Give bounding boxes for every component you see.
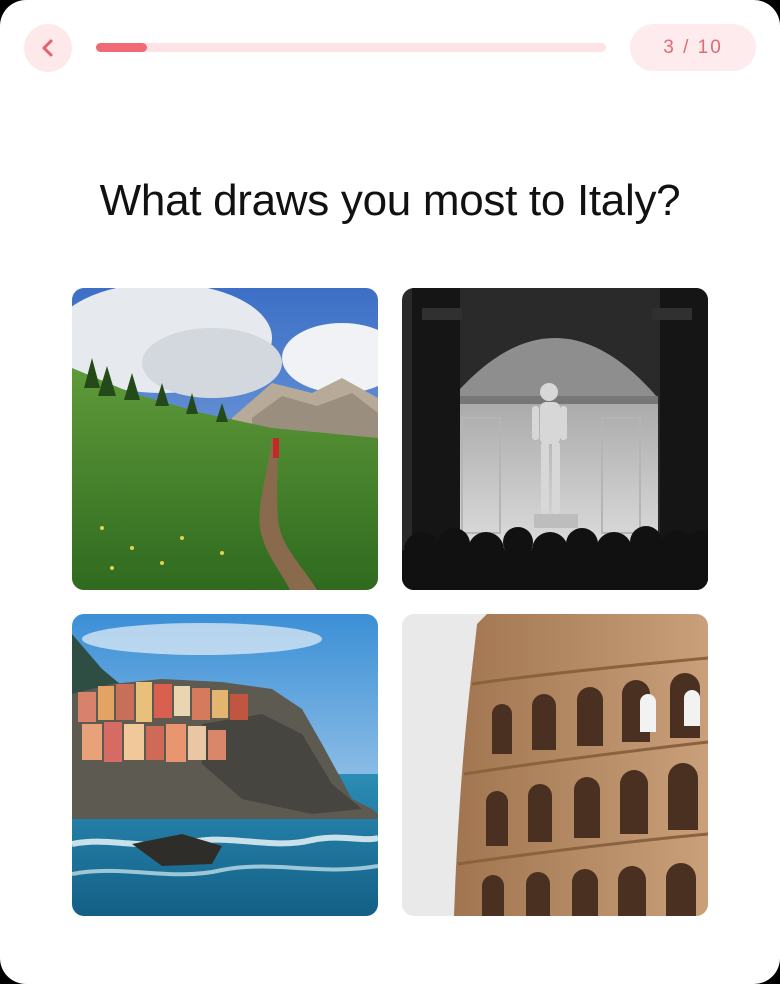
option-statue-gallery[interactable]: [402, 288, 708, 590]
back-button[interactable]: [24, 24, 72, 72]
option-mountain-trail[interactable]: [72, 288, 378, 590]
option-colosseum[interactable]: [402, 614, 708, 916]
progress-fill: [96, 43, 147, 52]
quiz-card: 3 / 10 What draws you most to Italy?: [0, 0, 780, 984]
colosseum-arches-photo: [402, 614, 708, 916]
step-counter: 3 / 10: [630, 24, 756, 71]
chevron-left-icon: [42, 39, 53, 57]
option-coastal-village[interactable]: [72, 614, 378, 916]
statue-of-david-gallery-photo: [402, 288, 708, 590]
question-title: What draws you most to Italy?: [99, 176, 681, 225]
dolomites-mountain-trail-photo: [72, 288, 378, 590]
progress-bar: [96, 43, 606, 52]
cinque-terre-coastal-village-photo: [72, 614, 378, 916]
